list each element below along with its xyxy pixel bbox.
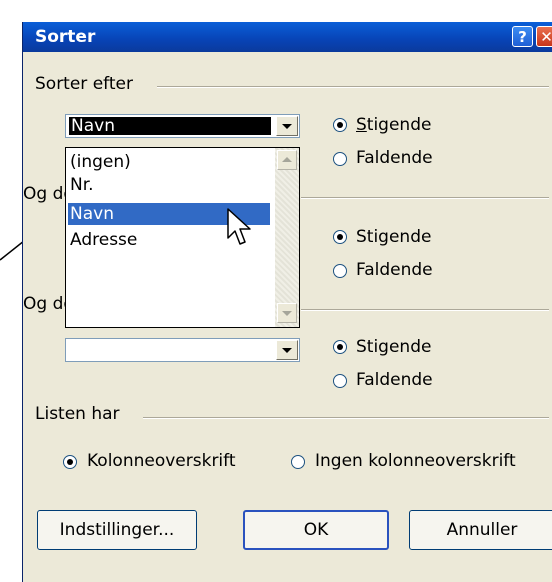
list-has-legend: Listen har (35, 404, 120, 424)
then-by-2-dropdown-button[interactable] (276, 340, 298, 360)
then-by-descending-label[interactable]: Faldende (356, 260, 433, 280)
then-by-separator (301, 197, 549, 199)
header-row-label[interactable]: Kolonneoverskrift (87, 451, 236, 471)
sort-by-dropdown-list[interactable]: (ingen) Nr. Navn Adresse (65, 147, 300, 328)
then-by-descending-radio[interactable] (333, 264, 347, 278)
window-title: Sorter (35, 27, 96, 47)
no-header-row-radio[interactable] (291, 455, 305, 469)
scroll-up-button[interactable] (277, 150, 297, 170)
then-by-ascending-radio[interactable] (333, 230, 347, 244)
close-button[interactable]: ✕ (536, 26, 552, 47)
then-by-2-ascending-label[interactable]: Stigende (356, 337, 431, 357)
mouse-pointer-icon (227, 208, 251, 245)
then-by-2-separator (301, 309, 549, 311)
dropdown-scrollbar[interactable] (275, 148, 299, 327)
options-button[interactable]: Indstillinger... (37, 510, 197, 550)
sort-by-dropdown-button[interactable] (276, 116, 298, 136)
arrow-down-icon (282, 311, 292, 316)
sort-by-ascending-label[interactable]: Stigende (356, 115, 431, 135)
sort-by-separator (157, 86, 549, 88)
chevron-down-icon (282, 348, 292, 353)
list-item[interactable]: Nr. (68, 174, 270, 196)
then-by-2-combo-value (69, 341, 271, 359)
then-by-2-combo[interactable] (65, 338, 300, 362)
sort-by-combo-value: Navn (69, 117, 271, 135)
title-bar[interactable]: Sorter ? ✕ (23, 22, 552, 52)
list-item[interactable]: (ingen) (68, 151, 270, 173)
chevron-down-icon (282, 124, 292, 129)
list-has-separator (143, 417, 549, 419)
sort-dialog: Sorter ? ✕ Sorter efter Navn Stigende Fa… (22, 22, 552, 582)
scroll-down-button[interactable] (277, 303, 297, 323)
no-header-row-label[interactable]: Ingen kolonneoverskrift (315, 451, 516, 471)
sort-by-descending-label[interactable]: Faldende (356, 148, 433, 168)
help-icon: ? (518, 28, 527, 46)
then-by-2-descending-radio[interactable] (333, 374, 347, 388)
sort-by-combo[interactable]: Navn (65, 114, 300, 138)
cancel-button[interactable]: Annuller (409, 510, 552, 550)
then-by-2-ascending-radio[interactable] (333, 340, 347, 354)
arrow-up-icon (282, 157, 292, 162)
sort-by-legend: Sorter efter (35, 74, 133, 94)
close-icon: ✕ (540, 28, 552, 46)
sort-by-descending-radio[interactable] (333, 152, 347, 166)
sort-by-ascending-radio[interactable] (333, 118, 347, 132)
then-by-ascending-label[interactable]: Stigende (356, 227, 431, 247)
ok-button[interactable]: OK (243, 510, 389, 550)
header-row-radio[interactable] (63, 455, 77, 469)
then-by-2-descending-label[interactable]: Faldende (356, 370, 433, 390)
help-button[interactable]: ? (512, 26, 533, 47)
